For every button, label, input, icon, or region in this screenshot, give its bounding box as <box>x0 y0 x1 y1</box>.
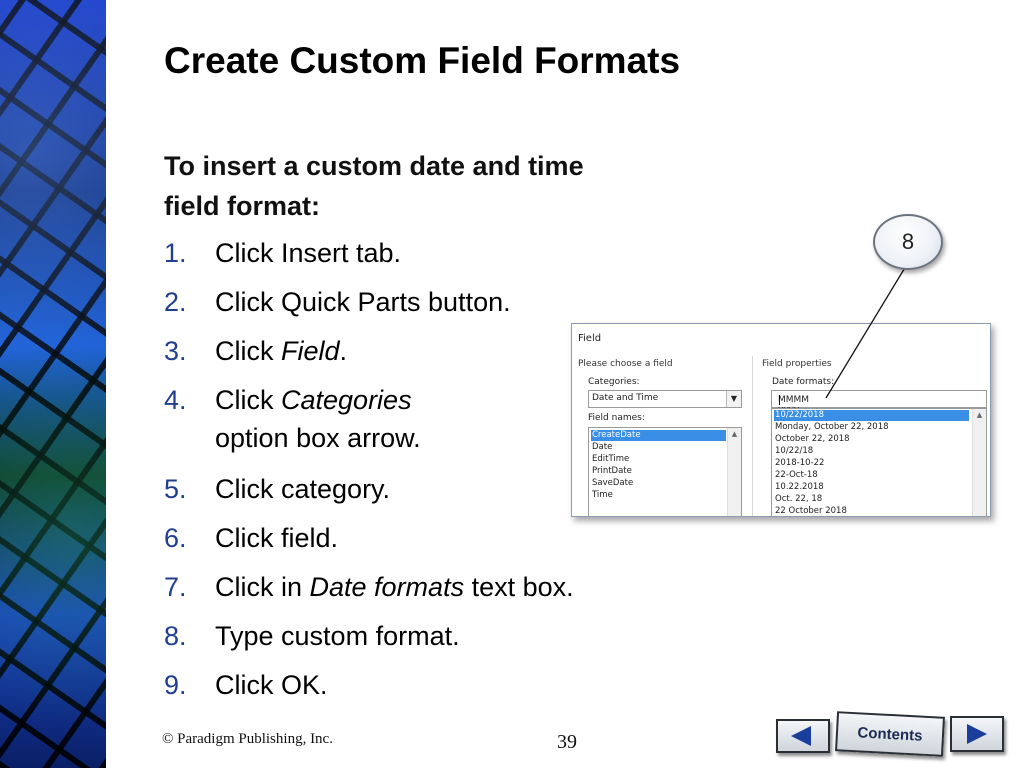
step-text-pre: Click <box>215 336 281 366</box>
step-item: 9. Click OK. <box>164 666 574 715</box>
step-number: 6. <box>164 523 187 553</box>
choose-field-group-label: Please choose a field <box>578 359 673 369</box>
categories-label: Categories: <box>588 377 640 387</box>
step-number: 4. <box>164 385 187 415</box>
list-item[interactable]: 22-Oct-18 <box>774 470 818 481</box>
intro-text: To insert a custom date and time field f… <box>164 151 584 221</box>
date-formats-list[interactable]: 10/22/2018 Monday, October 22, 2018 Octo… <box>771 408 987 516</box>
slide-title: Create Custom Field Formats <box>164 40 681 81</box>
field-dialog: Field Please choose a field Categories: … <box>571 323 991 517</box>
list-item[interactable]: Oct. 22, 18 <box>774 494 822 505</box>
field-names-list[interactable]: CreateDate Date EditTime PrintDate SaveD… <box>588 427 742 516</box>
step-text-emphasis: Field <box>281 336 340 366</box>
date-formats-scrollbar[interactable]: ▲ <box>972 409 986 516</box>
step-text: Click OK. <box>215 670 328 700</box>
triangle-left-icon <box>791 726 811 746</box>
dialog-divider <box>752 356 753 516</box>
list-item[interactable]: EditTime <box>591 454 629 465</box>
list-item[interactable]: October 22, 2018 <box>774 434 850 445</box>
list-item[interactable]: PrintDate <box>591 466 632 477</box>
step-text-emphasis: Categories <box>281 385 412 415</box>
list-item[interactable]: 22 October 2018 <box>774 506 847 516</box>
steps-list: 1. Click Insert tab. 2. Click Quick Part… <box>164 234 574 715</box>
field-names-label: Field names: <box>588 413 645 423</box>
list-item[interactable]: Monday, October 22, 2018 <box>774 422 889 433</box>
contents-button[interactable]: Contents <box>835 711 945 757</box>
date-formats-label: Date formats: <box>772 377 835 387</box>
copyright-text: © Paradigm Publishing, Inc. <box>162 731 333 747</box>
step-text: Click Insert tab. <box>215 238 402 268</box>
categories-value: Date and Time <box>592 393 659 403</box>
categories-dropdown[interactable]: Date and Time ▼ <box>588 390 742 408</box>
field-properties-group-label: Field properties <box>762 359 832 369</box>
step-number: 8. <box>164 621 187 651</box>
step-number: 3. <box>164 336 187 366</box>
step-number: 1. <box>164 238 187 268</box>
list-item[interactable]: 2018-10-22 <box>774 458 824 469</box>
step-text-emphasis: Date formats <box>309 572 465 602</box>
list-item[interactable]: 10/22/2018 <box>774 410 969 421</box>
step-item: 6. Click field. <box>164 519 574 568</box>
step-callout-badge: 8 <box>873 214 943 270</box>
step-item: 5. Click category. <box>164 470 574 519</box>
previous-slide-button[interactable] <box>776 719 830 753</box>
step-text-line2: option box arrow. <box>215 423 421 453</box>
step-text-post: text box. <box>464 572 574 602</box>
step-number: 7. <box>164 572 187 602</box>
step-item: 8. Type custom format. <box>164 617 574 666</box>
step-item: 4. Click Categories option box arrow. <box>164 381 574 470</box>
chevron-up-icon[interactable]: ▲ <box>728 428 741 440</box>
step-number: 5. <box>164 474 187 504</box>
step-text-pre: Click <box>215 385 281 415</box>
chevron-up-icon[interactable]: ▲ <box>973 409 986 421</box>
step-text: Click Quick Parts button. <box>215 287 511 317</box>
step-item: 3. Click Field. <box>164 332 574 381</box>
step-number: 9. <box>164 670 187 700</box>
date-formats-input[interactable]: MMMM yyyy <box>771 390 987 415</box>
list-item[interactable]: Date <box>591 442 612 453</box>
step-text: Click field. <box>215 523 339 553</box>
triangle-right-icon <box>967 724 987 744</box>
dialog-title: Field <box>578 333 602 344</box>
step-item: 7. Click in Date formats text box. <box>164 568 574 617</box>
list-item[interactable]: CreateDate <box>591 430 726 441</box>
list-item[interactable]: 10.22.2018 <box>774 482 824 493</box>
page-number: 39 <box>557 731 577 753</box>
decorative-sidebar <box>0 0 106 768</box>
chevron-down-icon[interactable]: ▼ <box>726 391 741 407</box>
text-caret <box>779 395 780 405</box>
step-text-pre: Click in <box>215 572 310 602</box>
field-names-scrollbar[interactable]: ▲ <box>727 428 741 516</box>
step-item: 1. Click Insert tab. <box>164 234 574 283</box>
step-text: Click category. <box>215 474 391 504</box>
list-item[interactable]: 10/22/18 <box>774 446 813 457</box>
step-text: Type custom format. <box>215 621 460 651</box>
next-slide-button[interactable] <box>950 716 1004 752</box>
step-number: 2. <box>164 287 187 317</box>
list-item[interactable]: SaveDate <box>591 478 633 489</box>
step-item: 2. Click Quick Parts button. <box>164 283 574 332</box>
step-text-post: . <box>339 336 348 366</box>
list-item[interactable]: Time <box>591 490 613 501</box>
